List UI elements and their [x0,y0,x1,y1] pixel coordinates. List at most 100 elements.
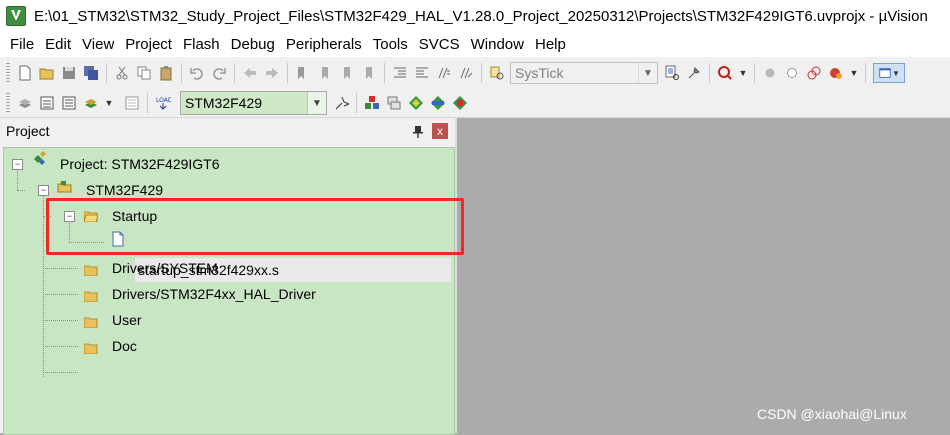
toolbar-separator [356,93,357,113]
expander-project-root[interactable]: − [12,159,23,170]
find-in-files-icon[interactable] [489,65,505,81]
menu-debug[interactable]: Debug [226,36,280,53]
copy-icon[interactable] [136,65,152,81]
target-select-value: STM32F429 [185,95,263,111]
chevron-down-icon[interactable]: ▼ [307,92,326,114]
open-folder-icon [83,209,99,223]
close-panel-button[interactable]: x [432,123,448,139]
uvision-app-icon[interactable] [6,6,26,26]
unindent-icon[interactable] [414,65,430,81]
pack-installer-icon[interactable] [452,95,468,111]
bookmark-previous-icon[interactable] [317,65,333,81]
save-all-icon[interactable] [83,65,99,81]
batch-build-icon[interactable] [83,95,99,111]
menu-peripherals[interactable]: Peripherals [281,36,367,53]
menu-help[interactable]: Help [530,36,571,53]
tree-guide-line [43,372,78,373]
options-for-target-icon[interactable] [333,95,349,111]
tree-guide-line [69,242,104,243]
manage-project-items-icon[interactable] [364,95,380,111]
menu-window[interactable]: Window [466,36,529,53]
folder-icon [83,315,98,329]
translate-icon[interactable] [17,95,33,111]
toolbar-grip[interactable] [6,63,10,83]
toolbar-grip[interactable] [6,93,10,113]
load-download-icon[interactable]: LOAD [155,95,171,111]
cut-icon[interactable] [114,65,130,81]
folder-icon [83,289,98,303]
toolbar-separator [754,63,755,83]
toolbar-separator [384,63,385,83]
select-packs-icon[interactable] [408,95,424,111]
tree-item-group-doc[interactable]: Doc [112,335,137,357]
toolbar-separator [865,63,866,83]
navigate-forward-icon[interactable] [264,65,280,81]
toolbar-separator [481,63,482,83]
debug-settings-icon[interactable] [686,65,702,81]
tree-item-group-startup[interactable]: Startup [112,205,157,227]
menu-project[interactable]: Project [120,36,177,53]
toolbar-separator [147,93,148,113]
find-combo-value: SysTick [515,65,564,81]
menu-tools[interactable]: Tools [368,36,413,53]
tree-item-group-drivers-system[interactable]: Drivers/SYSTEM [112,257,218,279]
build-icon[interactable] [39,95,55,111]
tree-item-group-user[interactable]: User [112,309,142,331]
tree-item-target[interactable]: STM32F429 [86,179,163,201]
pin-icon[interactable] [413,125,423,138]
kill-all-breakpoints-icon[interactable] [828,65,844,81]
expander-startup-group[interactable]: − [64,211,75,222]
title-bar: E:\01_STM32\STM32_Study_Project_Files\ST… [0,0,950,32]
open-folder-icon[interactable] [39,65,55,81]
svg-text:LOAD: LOAD [156,97,171,104]
tree-item-group-hal-driver[interactable]: Drivers/STM32F4xx_HAL_Driver [112,283,316,305]
menu-flash[interactable]: Flash [178,36,225,53]
insert-breakpoint-icon[interactable] [762,65,778,81]
file-extensions-icon[interactable] [386,95,402,111]
tree-item-project-root[interactable]: Project: STM32F429IGT6 [60,153,220,175]
menu-view[interactable]: View [77,36,119,53]
bookmark-next-icon[interactable] [339,65,355,81]
navigate-back-icon[interactable] [242,65,258,81]
disable-all-breakpoints-icon[interactable] [806,65,822,81]
folder-icon [83,341,98,355]
project-panel: Project x − Project: STM32F429IGT6 − STM… [0,118,455,435]
window-title: E:\01_STM32\STM32_Study_Project_Files\ST… [34,7,928,25]
enable-breakpoint-icon[interactable] [784,65,800,81]
new-file-icon[interactable] [17,65,33,81]
tree-item-label: Drivers/STM32F4xx_HAL_Driver [112,286,316,302]
stop-build-icon[interactable] [124,95,140,111]
save-icon[interactable] [61,65,77,81]
manage-runtime-environment-icon[interactable] [430,95,446,111]
tree-item-label: STM32F429 [86,182,164,198]
indent-icon[interactable] [392,65,408,81]
bookmark-clear-icon[interactable] [361,65,377,81]
project-tree: − Project: STM32F429IGT6 − STM32F429 − S… [3,147,455,435]
tree-guide-line [43,268,78,269]
start-debug-icon[interactable] [717,65,733,81]
menu-file[interactable]: File [5,36,39,53]
undo-icon[interactable] [189,65,205,81]
chevron-down-icon[interactable]: ▼ [638,63,657,83]
menu-svcs[interactable]: SVCS [414,36,465,53]
rebuild-icon[interactable] [61,95,77,111]
panel-splitter[interactable] [455,117,457,433]
paste-icon[interactable] [158,65,174,81]
bookmark-insert-icon[interactable] [295,65,311,81]
window-layout-icon[interactable]: ▼ [873,63,905,83]
find-combo[interactable]: SysTick ▼ [510,62,658,84]
target-select[interactable]: STM32F429 ▼ [180,91,327,115]
breakpoints-dropdown-chevron-down-icon[interactable]: ▼ [850,65,859,81]
expander-target[interactable]: − [38,185,49,196]
source-file-icon [110,231,126,247]
menu-edit[interactable]: Edit [40,36,76,53]
batch-build-dropdown-chevron-down-icon[interactable]: ▼ [105,95,114,111]
toolbar-separator [106,63,107,83]
uncomment-icon[interactable] [458,65,474,81]
folder-icon [83,263,98,277]
debug-dropdown-chevron-down-icon[interactable]: ▼ [739,65,748,81]
incremental-find-icon[interactable] [664,65,680,81]
comment-icon[interactable] [436,65,452,81]
redo-icon[interactable] [211,65,227,81]
project-root-icon [31,151,47,167]
